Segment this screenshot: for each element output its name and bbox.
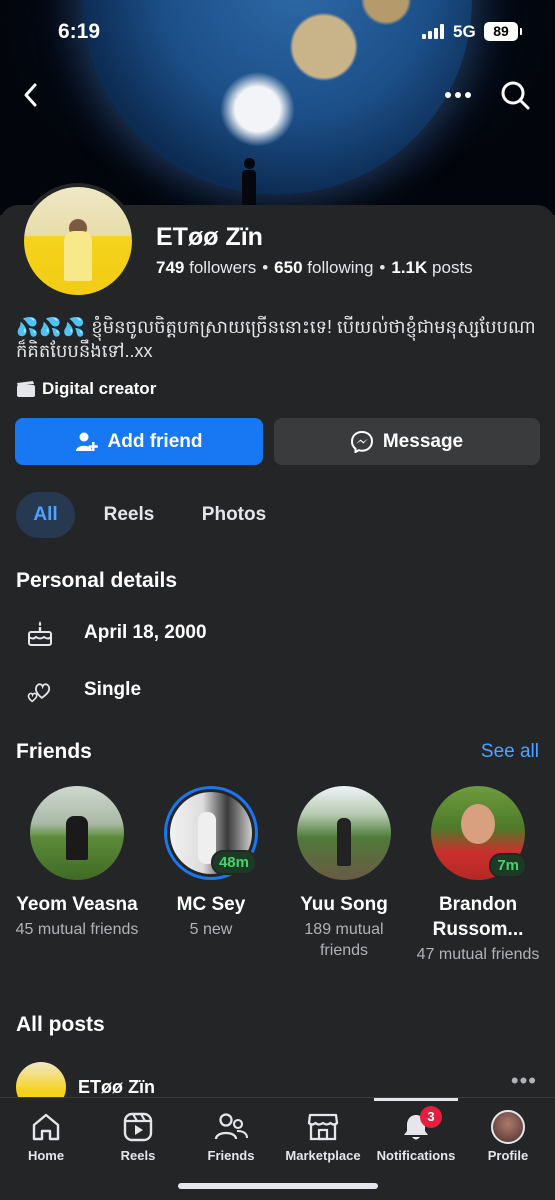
search-icon bbox=[501, 81, 530, 110]
add-friend-button[interactable]: Add friend bbox=[15, 418, 263, 465]
friend-card[interactable]: 48m MC Sey 5 new bbox=[149, 786, 273, 940]
add-friend-icon bbox=[75, 432, 98, 451]
profile-stats: 749 followers • 650 following • 1.1K posts bbox=[156, 258, 473, 277]
profile-name: ETøø Zïn bbox=[156, 223, 263, 251]
following-label[interactable]: following bbox=[307, 258, 373, 277]
home-indicator bbox=[178, 1183, 378, 1189]
friend-mutual: 5 new bbox=[189, 921, 233, 938]
notifications-badge: 3 bbox=[420, 1106, 442, 1128]
detail-birthday: April 18, 2000 bbox=[26, 619, 207, 647]
friend-card[interactable]: Yuu Song 189 mutual friends bbox=[282, 786, 406, 961]
detail-relationship: Single bbox=[26, 676, 141, 704]
post-author-name[interactable]: ETøø Zïn bbox=[78, 1077, 155, 1098]
reels-icon bbox=[123, 1112, 153, 1142]
more-dots-icon bbox=[445, 92, 471, 98]
friend-name: Yeom Veasna bbox=[16, 894, 138, 915]
relationship-value: Single bbox=[84, 679, 142, 700]
followers-label[interactable]: followers bbox=[189, 258, 256, 277]
search-button[interactable] bbox=[498, 78, 532, 112]
friend-mutual: 189 mutual friends bbox=[304, 921, 384, 959]
profile-category: Digital creator bbox=[16, 379, 156, 399]
signal-icon bbox=[422, 24, 444, 39]
category-label: Digital creator bbox=[42, 379, 157, 398]
marketplace-icon bbox=[307, 1113, 339, 1141]
home-icon bbox=[32, 1113, 60, 1141]
nav-home[interactable]: Home bbox=[0, 1110, 92, 1163]
friend-card[interactable]: Yeom Veasna 45 mutual friends bbox=[15, 786, 139, 940]
birthday-cake-icon bbox=[28, 621, 52, 646]
nav-marketplace[interactable]: Marketplace bbox=[277, 1110, 369, 1163]
active-time-badge: 7m bbox=[489, 853, 527, 878]
friend-card[interactable]: 7m Brandon Russom... 47 mutual friends bbox=[416, 786, 540, 965]
active-tab-indicator bbox=[374, 1098, 458, 1101]
friend-mutual: 45 mutual friends bbox=[15, 921, 139, 938]
friends-icon bbox=[214, 1113, 248, 1140]
network-label: 5G bbox=[453, 22, 476, 41]
person-silhouette bbox=[241, 158, 257, 208]
back-button[interactable] bbox=[14, 78, 48, 112]
nav-reels-label: Reels bbox=[120, 1148, 156, 1163]
followers-count[interactable]: 749 bbox=[156, 258, 184, 277]
friends-title: Friends bbox=[16, 740, 92, 763]
profile-avatar[interactable] bbox=[20, 183, 136, 299]
friend-avatar bbox=[297, 786, 391, 880]
active-time-badge: 48m bbox=[210, 850, 257, 875]
nav-friends[interactable]: Friends bbox=[185, 1110, 277, 1163]
nav-home-label: Home bbox=[27, 1148, 65, 1163]
tab-photos[interactable]: Photos bbox=[186, 492, 282, 538]
chevron-left-icon bbox=[24, 83, 37, 107]
nav-reels[interactable]: Reels bbox=[92, 1110, 184, 1163]
nav-marketplace-label: Marketplace bbox=[285, 1148, 361, 1163]
tab-reels[interactable]: Reels bbox=[90, 492, 168, 538]
nav-notifications[interactable]: 3 Notifications bbox=[370, 1106, 462, 1163]
posts-count: 1.1K bbox=[391, 258, 428, 277]
friend-name: MC Sey bbox=[176, 894, 246, 915]
nav-profile-label: Profile bbox=[487, 1148, 529, 1163]
friend-mutual: 47 mutual friends bbox=[416, 946, 540, 963]
birthday-value: April 18, 2000 bbox=[84, 622, 207, 643]
personal-details-title: Personal details bbox=[16, 569, 178, 592]
bio-emoji: 💦💦💦 bbox=[16, 317, 87, 337]
message-button[interactable]: Message bbox=[274, 418, 540, 465]
all-posts-title: All posts bbox=[16, 1013, 105, 1036]
posts-label: posts bbox=[432, 258, 473, 277]
bio-text: ខ្ញុំមិនចូលចិត្តបកស្រាយច្រើននោះទេ! បើយល់… bbox=[16, 317, 536, 361]
friend-avatar: 7m bbox=[431, 786, 527, 880]
see-all-friends-link[interactable]: See all bbox=[481, 741, 539, 763]
profile-bio: 💦💦💦 ខ្ញុំមិនចូលចិត្តបកស្រាយច្រើននោះទេ! ប… bbox=[16, 315, 536, 363]
tab-all[interactable]: All bbox=[16, 492, 75, 538]
messenger-icon bbox=[350, 430, 373, 453]
battery-icon: 89 bbox=[484, 22, 522, 41]
following-count[interactable]: 650 bbox=[274, 258, 302, 277]
friend-name: Yuu Song bbox=[300, 894, 388, 915]
profile-avatar-icon bbox=[491, 1110, 525, 1144]
avatar-image bbox=[24, 187, 132, 295]
message-label: Message bbox=[382, 430, 464, 452]
friend-avatar: 48m bbox=[164, 786, 258, 880]
clapperboard-icon bbox=[17, 381, 35, 397]
nav-notifications-label: Notifications bbox=[376, 1148, 456, 1163]
post-more-button[interactable]: ••• bbox=[511, 1068, 537, 1094]
add-friend-label: Add friend bbox=[107, 430, 203, 452]
friend-name: Brandon Russom... bbox=[432, 894, 524, 940]
hearts-icon bbox=[27, 683, 51, 703]
status-time: 6:19 bbox=[58, 20, 101, 43]
nav-friends-label: Friends bbox=[207, 1148, 255, 1163]
nav-profile[interactable]: Profile bbox=[462, 1110, 554, 1163]
more-options-button[interactable] bbox=[441, 78, 475, 112]
status-bar: 6:19 5G 89 bbox=[0, 0, 555, 62]
friend-avatar bbox=[30, 786, 124, 880]
